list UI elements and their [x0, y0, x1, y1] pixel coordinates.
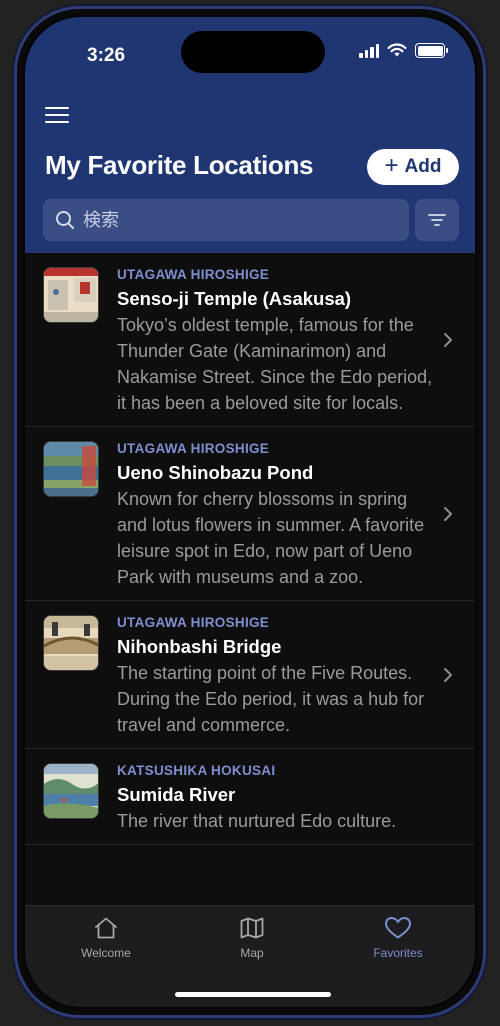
menu-button[interactable]	[45, 105, 69, 125]
tab-favorites[interactable]: Favorites	[343, 916, 453, 960]
location-title: Sumida River	[117, 784, 236, 805]
location-title: Nihonbashi Bridge	[117, 636, 282, 657]
search-bar[interactable]	[43, 199, 409, 241]
status-time: 3:26	[87, 45, 126, 66]
plus-icon: +	[384, 152, 399, 179]
tab-label: Map	[240, 946, 264, 960]
tab-map[interactable]: Map	[197, 916, 307, 960]
location-description: The river that nurtured Edo culture.	[117, 811, 397, 831]
search-input[interactable]	[83, 209, 383, 231]
location-title: Ueno Shinobazu Pond	[117, 462, 314, 483]
heart-icon	[385, 917, 411, 939]
location-description: Known for cherry blossoms in spring and …	[117, 489, 425, 587]
artwork-thumbnail	[43, 441, 99, 497]
phone-frame: 3:26 My Favorite Locations + Add 検索 UTAG…	[14, 6, 486, 1018]
artwork-thumbnail	[43, 615, 99, 671]
status-icons	[359, 43, 448, 58]
tab-label: Welcome	[81, 946, 131, 960]
home-indicator[interactable]	[175, 992, 331, 997]
tab-bar: Welcome Map Favorites	[25, 905, 475, 1007]
list-item[interactable]: UTAGAWA HIROSHIGE Senso-ji Temple (Asaku…	[25, 253, 475, 427]
list-item-content: UTAGAWA HIROSHIGE Ueno Shinobazu Pond Kn…	[117, 441, 455, 590]
artist-name: KATSUSHIKA HOKUSAI	[117, 763, 276, 778]
list-item[interactable]: UTAGAWA HIROSHIGE Ueno Shinobazu Pond Kn…	[25, 427, 475, 601]
chevron-right-icon	[444, 332, 452, 347]
search-icon	[56, 211, 74, 229]
dynamic-island	[181, 31, 325, 73]
chevron-right-icon	[444, 506, 452, 521]
add-button[interactable]: + Add	[367, 149, 459, 185]
artwork-thumbnail	[43, 267, 99, 323]
home-icon	[95, 917, 117, 939]
list-item-content: KATSUSHIKA HOKUSAI Sumida River The rive…	[117, 763, 455, 834]
artist-name: UTAGAWA HIROSHIGE	[117, 441, 270, 456]
list-item-content: UTAGAWA HIROSHIGE Senso-ji Temple (Asaku…	[117, 267, 455, 416]
battery-icon	[415, 43, 448, 58]
map-icon	[240, 917, 264, 939]
list-item-content: UTAGAWA HIROSHIGE Nihonbashi Bridge The …	[117, 615, 455, 738]
location-description: Tokyo’s oldest temple, famous for the Th…	[117, 315, 433, 413]
add-button-label: Add	[404, 156, 442, 177]
page-title: My Favorite Locations	[45, 150, 314, 180]
chevron-right-icon	[444, 667, 452, 682]
artwork-thumbnail	[43, 763, 99, 819]
artist-name: UTAGAWA HIROSHIGE	[117, 267, 270, 282]
tab-welcome[interactable]: Welcome	[51, 916, 161, 960]
app-screen: 3:26 My Favorite Locations + Add 検索 UTAG…	[25, 17, 475, 1007]
favorites-list: UTAGAWA HIROSHIGE Senso-ji Temple (Asaku…	[25, 253, 475, 913]
app-header: 3:26 My Favorite Locations + Add	[25, 17, 475, 253]
filter-icon	[428, 214, 446, 226]
wifi-icon	[387, 43, 407, 57]
filter-button[interactable]	[415, 199, 459, 241]
artist-name: UTAGAWA HIROSHIGE	[117, 615, 270, 630]
location-title: Senso-ji Temple (Asakusa)	[117, 288, 352, 309]
location-description: The starting point of the Five Routes. D…	[117, 663, 425, 735]
list-item[interactable]: UTAGAWA HIROSHIGE Nihonbashi Bridge The …	[25, 601, 475, 749]
list-item[interactable]: KATSUSHIKA HOKUSAI Sumida River The rive…	[25, 749, 475, 845]
cellular-signal-icon	[359, 43, 379, 58]
tab-label: Favorites	[373, 946, 423, 960]
